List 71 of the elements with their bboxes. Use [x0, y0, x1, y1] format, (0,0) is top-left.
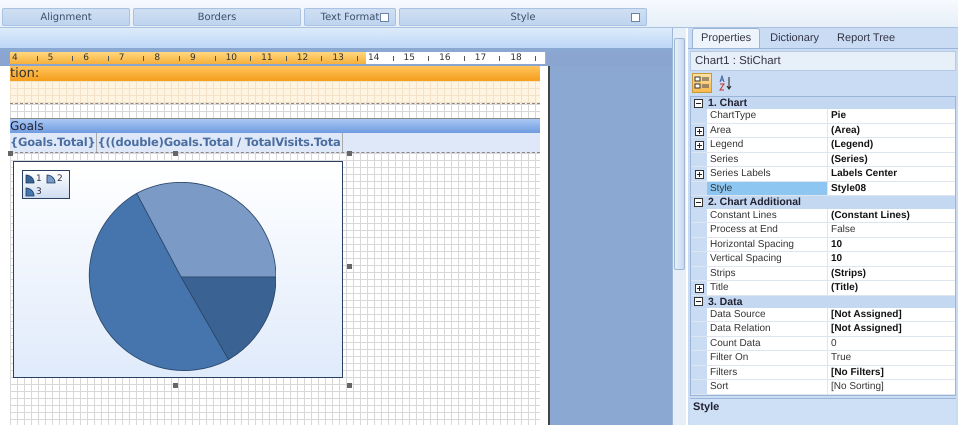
legend-marker-icon: [25, 174, 35, 184]
property-value[interactable]: [Not Assigned]: [828, 322, 955, 337]
property-value[interactable]: 0: [828, 336, 955, 352]
selection-handle[interactable]: [173, 383, 178, 388]
category-label: 3. Data: [708, 296, 742, 308]
ribbon-group-label: Text Format: [304, 8, 396, 26]
legend-label: 1: [36, 174, 42, 184]
panel-tab[interactable]: Report Tree: [829, 29, 904, 48]
vertical-scrollbar[interactable]: [672, 28, 686, 425]
property-name[interactable]: Sort: [691, 380, 828, 395]
selection-handle[interactable]: [347, 383, 352, 388]
ribbon-group-label: Style: [399, 8, 647, 26]
property-value[interactable]: (Legend): [828, 138, 955, 153]
property-value[interactable]: 10: [828, 238, 955, 252]
selection-handle[interactable]: [8, 151, 13, 156]
property-name[interactable]: Area: [691, 124, 828, 138]
collapse-icon[interactable]: [694, 98, 703, 108]
property-name[interactable]: Filters: [691, 366, 828, 380]
property-name[interactable]: Legend: [691, 138, 828, 153]
property-name[interactable]: Data Relation: [691, 322, 828, 337]
category-label: 1. Chart: [708, 97, 748, 110]
property-name[interactable]: Count Data: [691, 336, 828, 352]
dialog-launcher-icon[interactable]: [631, 13, 640, 22]
property-value[interactable]: (Area): [828, 124, 955, 138]
band-header[interactable]: tion:: [10, 66, 540, 81]
property-name[interactable]: ChartType: [691, 109, 828, 124]
panel-tab[interactable]: Properties: [692, 28, 760, 48]
ribbon-group-label: Borders: [133, 8, 301, 26]
legend-marker-icon: [46, 174, 56, 184]
selection-handle[interactable]: [347, 264, 352, 269]
property-value[interactable]: False: [828, 223, 955, 238]
property-name[interactable]: Title: [691, 281, 828, 296]
property-name[interactable]: Series: [691, 152, 828, 168]
property-name[interactable]: Filter On: [691, 351, 828, 366]
property-value[interactable]: (Strips): [828, 266, 955, 282]
property-value[interactable]: True: [828, 351, 955, 366]
property-name[interactable]: Vertical Spacing: [691, 252, 828, 267]
property-name[interactable]: Horizontal Spacing: [691, 238, 828, 252]
property-value[interactable]: Pie: [828, 109, 955, 124]
legend-label: 3: [36, 186, 42, 196]
collapse-icon[interactable]: [694, 198, 703, 207]
collapse-icon[interactable]: [694, 297, 703, 306]
property-name[interactable]: Constant Lines: [691, 208, 828, 224]
category-label: 2. Chart Additional: [708, 196, 801, 208]
ribbon-group-label: Alignment: [2, 8, 130, 26]
component-selector[interactable]: Chart1 : StiChart: [690, 51, 956, 71]
ruler: 4 5 6 7 8 9 10 11 12 13 14 15 16 17 18: [10, 52, 546, 64]
band-header[interactable]: Goals: [10, 119, 540, 133]
property-value[interactable]: Labels Center: [828, 167, 955, 182]
categorized-view-button[interactable]: [692, 73, 712, 93]
property-name[interactable]: Series Labels: [691, 167, 828, 182]
legend-marker-icon: [25, 186, 35, 196]
selection-handle[interactable]: [347, 151, 352, 156]
property-value[interactable]: 10: [828, 252, 955, 267]
property-value[interactable]: Style08: [828, 182, 955, 196]
property-value[interactable]: [No Sorting]: [828, 380, 955, 395]
chart-component[interactable]: 1 2 3: [13, 161, 343, 378]
dialog-launcher-icon[interactable]: [380, 13, 389, 22]
property-value[interactable]: (Series): [828, 152, 955, 168]
property-description: Style: [690, 398, 956, 425]
property-value[interactable]: (Constant Lines): [828, 208, 955, 224]
property-name[interactable]: Strips: [691, 266, 828, 282]
panel-tab[interactable]: Dictionary: [762, 29, 828, 48]
property-name[interactable]: Process at End: [691, 223, 828, 238]
legend-label: 2: [57, 174, 63, 184]
selection-handle[interactable]: [173, 151, 178, 156]
property-value[interactable]: [Not Assigned]: [828, 308, 955, 322]
property-name[interactable]: Style: [691, 182, 828, 196]
property-value[interactable]: (Title): [828, 281, 955, 296]
property-value[interactable]: [No Filters]: [828, 366, 955, 380]
property-name[interactable]: Data Source: [691, 308, 828, 322]
